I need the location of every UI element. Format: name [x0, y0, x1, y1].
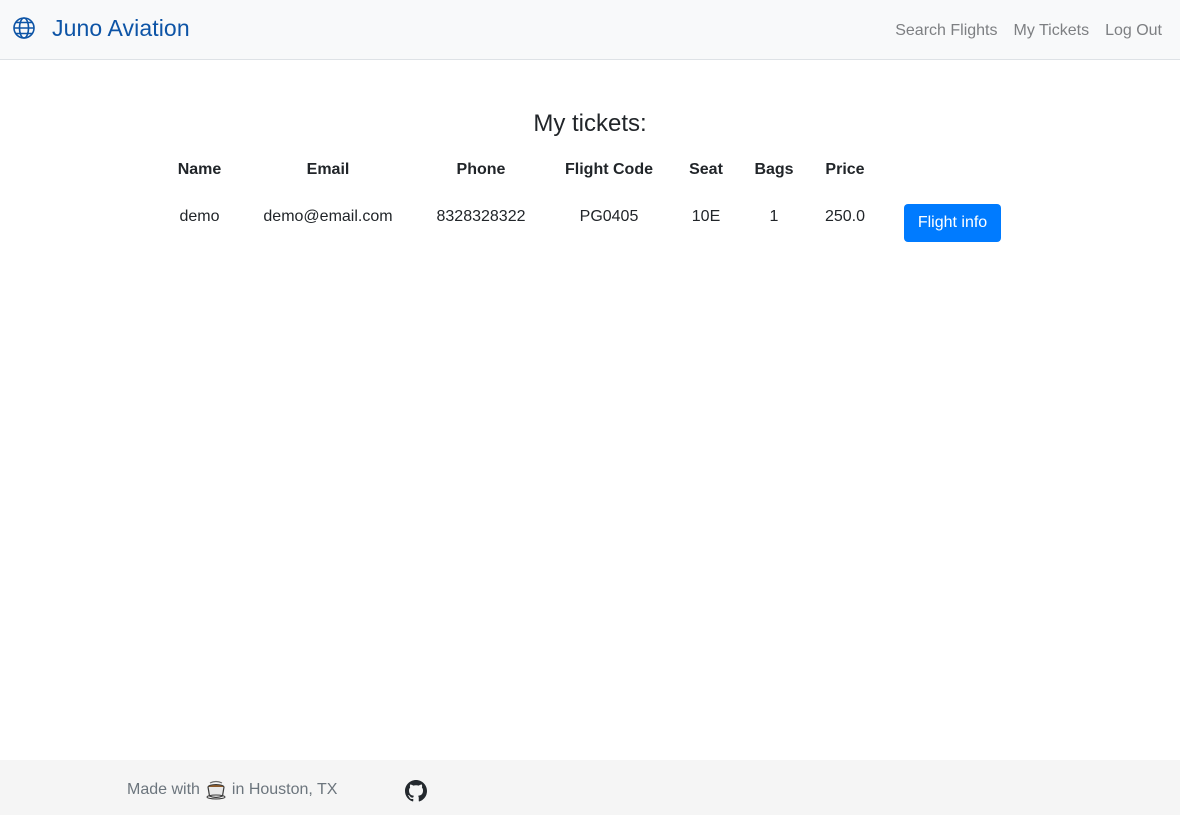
navbar: Juno Aviation Search Flights My Tickets …: [0, 0, 1180, 60]
cell-email: demo@email.com: [263, 208, 393, 225]
tickets-table: Name Email Phone Flight Code Seat Bags P…: [164, 152, 1028, 246]
footer: Made with in Houston, TX: [0, 760, 1180, 815]
brand-name: Juno Aviation: [52, 14, 190, 41]
flight-info-button[interactable]: Flight info: [903, 204, 1002, 242]
cell-name: demo: [179, 208, 220, 225]
nav-my-tickets[interactable]: My Tickets: [1014, 22, 1090, 40]
cell-price: 250.0: [824, 208, 866, 225]
nav-links: Search Flights My Tickets Log Out: [895, 22, 1162, 40]
header-email: Email: [306, 161, 350, 178]
github-icon[interactable]: [405, 780, 427, 802]
footer-location: in Houston, TX: [231, 781, 338, 798]
globe-icon: [12, 16, 36, 40]
nav-search-flights[interactable]: Search Flights: [895, 22, 997, 40]
table-row: demo demo@email.com 8328328322 PG0405 10…: [164, 188, 1028, 246]
cell-seat: 10E: [691, 208, 721, 225]
page-title: My tickets:: [533, 110, 647, 137]
header-seat: Seat: [689, 161, 723, 178]
header-bags: Bags: [754, 161, 794, 178]
brand-link[interactable]: Juno Aviation: [12, 14, 190, 42]
header-name: Name: [177, 161, 222, 178]
coffee-icon: [205, 780, 227, 800]
footer-made-with: Made with: [127, 781, 200, 798]
header-price: Price: [825, 161, 865, 178]
header-flight-code: Flight Code: [565, 161, 653, 178]
table-header-row: Name Email Phone Flight Code Seat Bags P…: [164, 152, 1028, 188]
nav-log-out[interactable]: Log Out: [1105, 22, 1162, 40]
cell-bags: 1: [769, 208, 779, 225]
header-phone: Phone: [456, 161, 506, 178]
cell-action: Flight info: [877, 188, 1028, 246]
cell-flight-code: PG0405: [579, 208, 639, 225]
cell-phone: 8328328322: [436, 208, 526, 225]
footer-text: Made with in Houston, TX: [127, 780, 337, 800]
header-action: [877, 152, 1028, 188]
